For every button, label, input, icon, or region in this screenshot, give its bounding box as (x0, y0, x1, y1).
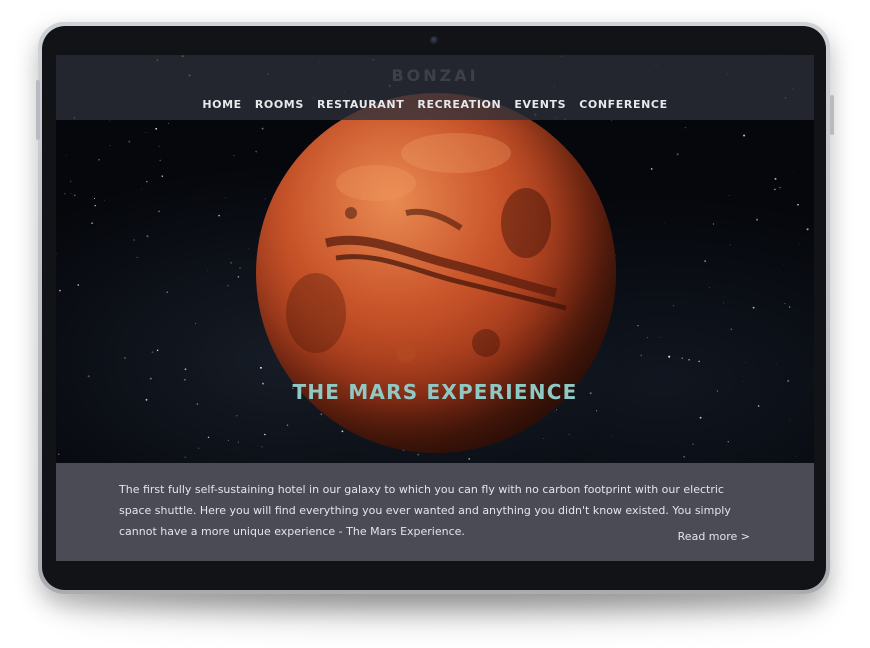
screen: BONZAI HOME ROOMS RESTAURANT RECREATION … (56, 55, 814, 561)
read-more-link[interactable]: Read more > (678, 530, 750, 543)
nav-item-restaurant[interactable]: RESTAURANT (317, 98, 404, 111)
nav-item-events[interactable]: EVENTS (514, 98, 566, 111)
stage: BONZAI HOME ROOMS RESTAURANT RECREATION … (0, 0, 870, 648)
volume-button (36, 80, 40, 140)
nav-item-recreation[interactable]: RECREATION (417, 98, 501, 111)
hero-title: THE MARS EXPERIENCE (292, 380, 578, 404)
top-navbar: BONZAI HOME ROOMS RESTAURANT RECREATION … (56, 55, 814, 120)
nav-item-conference[interactable]: CONFERENCE (579, 98, 667, 111)
info-panel: The first fully self-sustaining hotel in… (56, 463, 814, 561)
nav-item-home[interactable]: HOME (202, 98, 241, 111)
power-button (830, 95, 834, 135)
camera-icon (430, 36, 439, 45)
main-nav: HOME ROOMS RESTAURANT RECREATION EVENTS … (56, 93, 814, 112)
nav-item-rooms[interactable]: ROOMS (255, 98, 304, 111)
hotel-description: The first fully self-sustaining hotel in… (119, 483, 731, 538)
site-logo[interactable]: BONZAI (56, 66, 814, 85)
